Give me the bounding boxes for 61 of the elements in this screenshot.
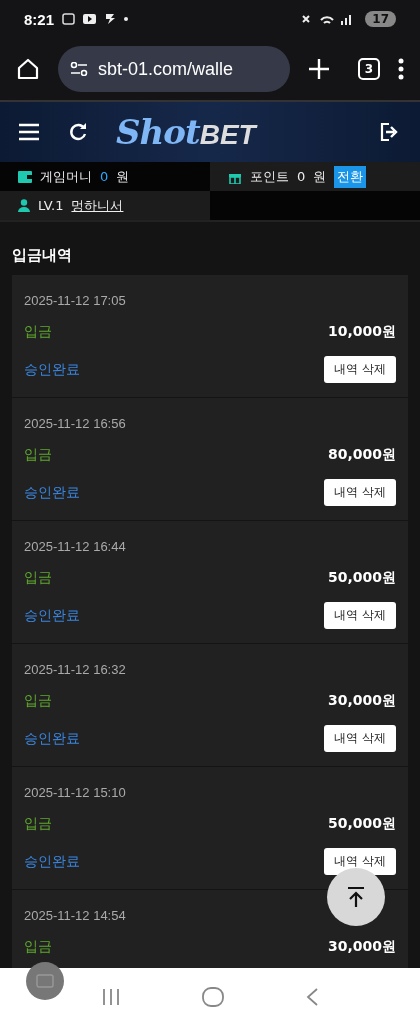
currency-unit: 원 — [313, 167, 327, 186]
video-icon — [83, 14, 97, 24]
deposit-date: 2025-11-12 17:05 — [24, 293, 127, 308]
deposit-amount: 30,000원 — [327, 692, 396, 710]
arrow-up-icon — [346, 886, 366, 908]
dot-icon — [124, 17, 129, 21]
deposit-amount: 80,000원 — [327, 446, 396, 464]
deposit-date: 2025-11-12 16:56 — [24, 416, 127, 431]
deposit-type: 입금 — [24, 446, 52, 464]
menu-icon[interactable] — [18, 123, 40, 141]
site-settings-icon[interactable] — [70, 62, 88, 76]
delete-history-button[interactable]: 내역 삭제 — [324, 479, 396, 506]
deposit-type: 입금 — [24, 569, 52, 587]
user-icon — [18, 199, 30, 212]
deposit-date: 2025-11-12 16:32 — [24, 662, 127, 677]
deposit-amount: 30,000원 — [327, 938, 396, 956]
deposit-date: 2025-11-12 14:54 — [24, 908, 127, 923]
deposit-type: 입금 — [24, 938, 52, 956]
game-money-value: 0 — [100, 169, 109, 184]
deposit-amount: 10,000원 — [327, 323, 396, 341]
currency-unit: 원 — [116, 167, 130, 186]
wallet-icon — [18, 170, 32, 183]
more-menu-icon[interactable] — [398, 58, 404, 80]
game-money-label: 게임머니 — [40, 167, 92, 186]
floating-keyboard-button[interactable] — [26, 962, 64, 1000]
tab-count-button[interactable]: 3 — [358, 58, 380, 80]
deposit-date: 2025-11-12 15:10 — [24, 785, 127, 800]
deposit-date: 2025-11-12 16:44 — [24, 539, 127, 554]
deposit-amount: 50,000원 — [327, 569, 396, 587]
approval-status: 승인완료 — [24, 729, 80, 748]
section-title: 입금내역 — [12, 245, 73, 266]
bolt-icon — [104, 13, 117, 25]
user-level: LV.1 — [38, 198, 64, 213]
deposit-amount: 50,000원 — [327, 815, 396, 833]
recent-apps-icon[interactable] — [100, 988, 121, 1006]
address-bar[interactable]: sbt-01.com/walle — [58, 46, 290, 92]
home-icon[interactable] — [16, 57, 40, 81]
new-tab-icon[interactable] — [308, 58, 330, 80]
approval-status: 승인완료 — [24, 852, 80, 871]
point-value: 0 — [297, 169, 306, 184]
logout-icon[interactable] — [380, 122, 400, 142]
delete-history-button[interactable]: 내역 삭제 — [324, 725, 396, 752]
approval-status: 승인완료 — [24, 483, 80, 502]
delete-history-button[interactable]: 내역 삭제 — [324, 356, 396, 383]
window-icon — [36, 974, 54, 988]
home-button-icon[interactable] — [202, 987, 224, 1007]
clock-time: 8:21 — [24, 10, 55, 28]
delete-history-button[interactable]: 내역 삭제 — [324, 848, 396, 875]
deposit-type: 입금 — [24, 815, 52, 833]
battery-level: 17 — [365, 11, 396, 27]
point-label: 포인트 — [250, 167, 289, 186]
approval-status: 승인완료 — [24, 606, 80, 625]
delete-history-button[interactable]: 내역 삭제 — [324, 602, 396, 629]
deposit-type: 입금 — [24, 323, 52, 341]
site-logo[interactable]: ShotBET — [116, 112, 256, 152]
deposit-type: 입금 — [24, 692, 52, 710]
approval-status: 승인완료 — [24, 360, 80, 379]
refresh-icon[interactable] — [68, 122, 88, 142]
back-icon[interactable] — [305, 987, 320, 1007]
screenshot-icon — [62, 13, 76, 25]
username-link[interactable]: 멍하니서 — [71, 196, 124, 215]
